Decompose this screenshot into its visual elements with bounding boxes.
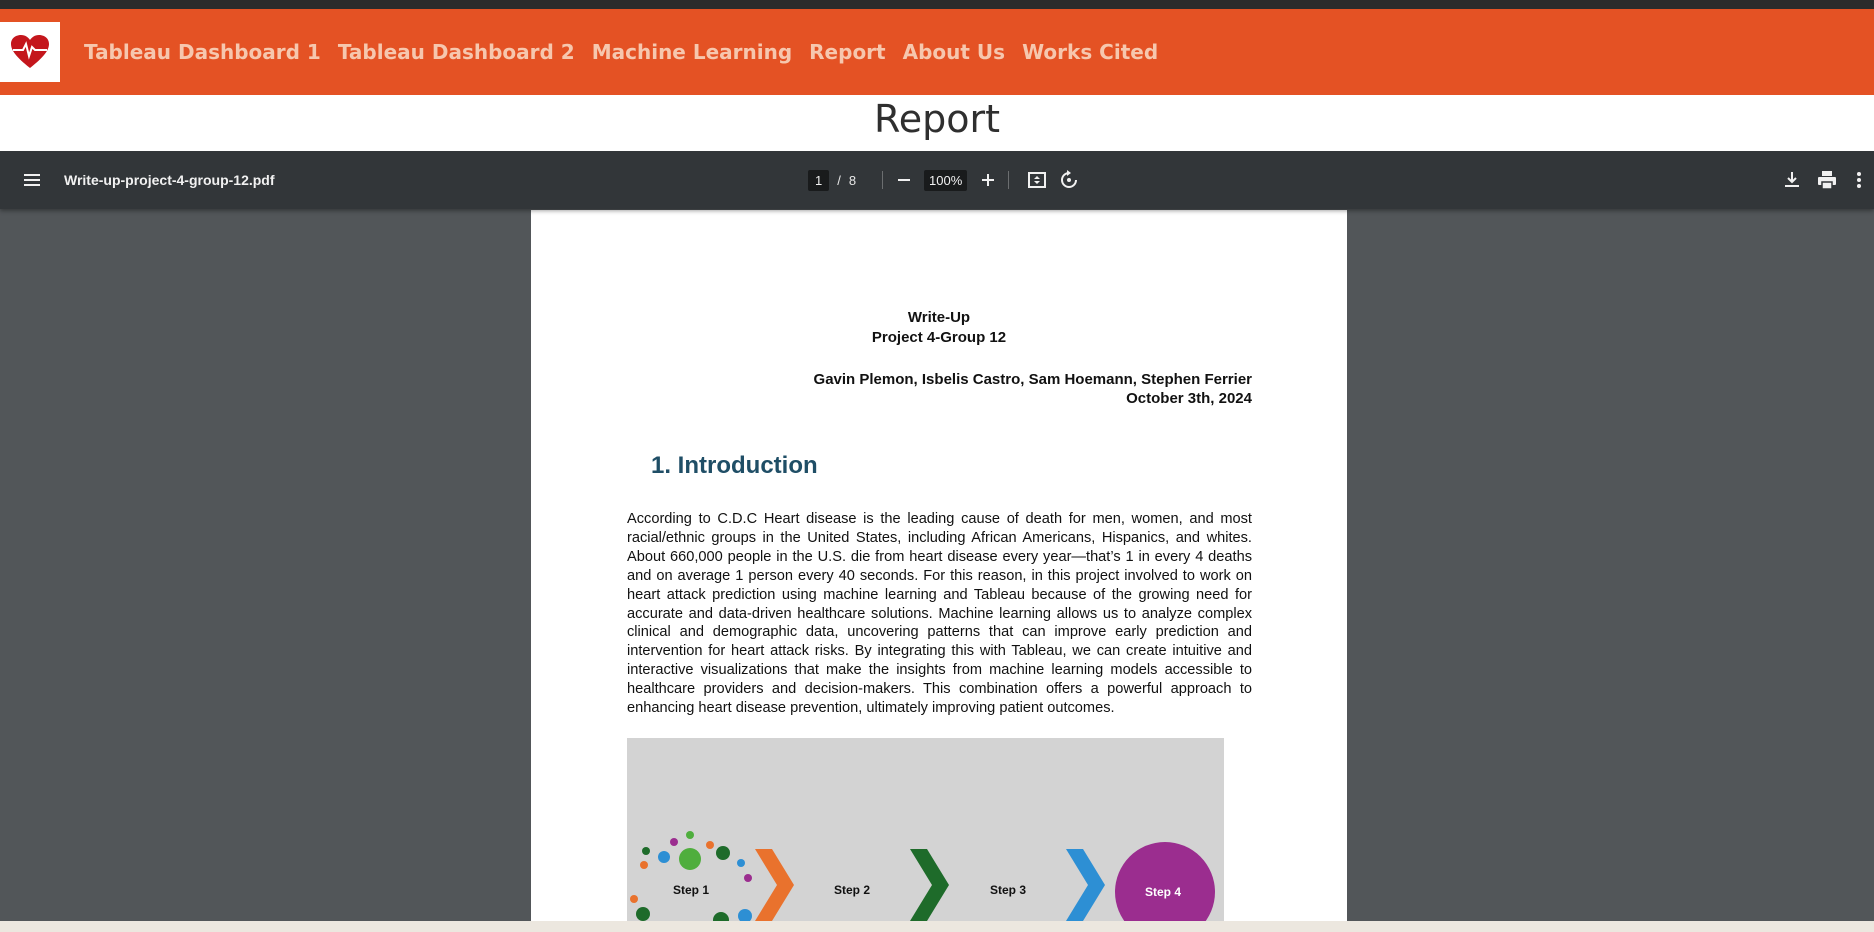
nav-link-tableau-dashboard-2[interactable]: Tableau Dashboard 2 (338, 40, 575, 64)
menu-icon[interactable] (20, 151, 44, 209)
download-icon[interactable] (1781, 151, 1803, 209)
nav-links: Tableau Dashboard 1 Tableau Dashboard 2 … (84, 9, 1175, 95)
pdf-viewer: Write-up-project-4-group-12.pdf 1 / 8 10… (0, 151, 1874, 921)
zoom-level[interactable]: 100% (924, 169, 968, 191)
figure-step-3-label: Step 3 (990, 883, 1027, 897)
intro-paragraph: According to C.D.C Heart disease is the … (627, 511, 1252, 717)
window-top-strip (0, 0, 1874, 9)
document-authors: Gavin Plemon, Isbelis Castro, Sam Hoeman… (813, 371, 1252, 388)
nav-link-works-cited[interactable]: Works Cited (1022, 40, 1158, 64)
page-title: Report (874, 97, 1000, 141)
pdf-filename: Write-up-project-4-group-12.pdf (64, 172, 275, 188)
process-diagram (630, 831, 1215, 921)
document-date: October 3th, 2024 (1126, 390, 1252, 407)
fit-page-icon[interactable] (1026, 151, 1048, 209)
nav-link-about-us[interactable]: About Us (903, 40, 1005, 64)
page-separator: / (837, 172, 841, 188)
toolbar-divider (882, 171, 883, 189)
section-heading: 1. Introduction (651, 452, 818, 479)
zoom-in-icon[interactable] (977, 151, 999, 209)
page-number-input[interactable]: 1 (808, 169, 830, 191)
taskbar-strip (0, 921, 1874, 932)
heart-pulse-icon (11, 35, 49, 68)
figure-step-2-label: Step 2 (834, 883, 871, 897)
zoom-out-icon[interactable] (893, 151, 915, 209)
nav-link-report[interactable]: Report (809, 40, 885, 64)
site-navbar: Tableau Dashboard 1 Tableau Dashboard 2 … (0, 9, 1874, 95)
figure-step-4-label: Step 4 (1145, 885, 1182, 899)
page-indicator: 1 / 8 (808, 151, 856, 209)
page-total: 8 (848, 172, 857, 188)
figure-step-1-label: Step 1 (673, 883, 710, 897)
document-title: Write-Up (907, 309, 971, 326)
nav-link-tableau-dashboard-1[interactable]: Tableau Dashboard 1 (84, 40, 321, 64)
toolbar-divider (1008, 171, 1009, 189)
pdf-toolbar: Write-up-project-4-group-12.pdf 1 / 8 10… (0, 151, 1874, 209)
process-figure: Step 1 Step 2 Step 3 Step 4 (627, 738, 1224, 921)
rotate-icon[interactable] (1058, 151, 1080, 209)
zoom-level-input[interactable]: 100% (924, 151, 968, 209)
document-subtitle: Project 4-Group 12 (871, 329, 1007, 346)
pdf-page: Write-Up Project 4-Group 12 Gavin Plemon… (531, 210, 1347, 921)
nav-link-machine-learning[interactable]: Machine Learning (592, 40, 792, 64)
more-icon[interactable] (1854, 151, 1864, 209)
print-icon[interactable] (1816, 151, 1838, 209)
site-logo[interactable] (0, 22, 60, 82)
